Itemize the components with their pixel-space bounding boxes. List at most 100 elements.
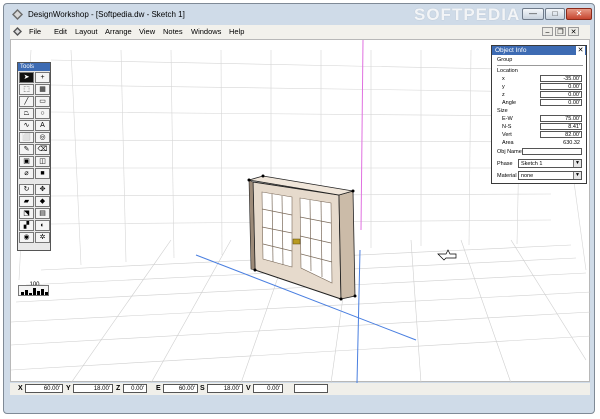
tools-palette: Tools ➤+⬚▦╱▭⏢○∿A⬜◎✎⌫▣◫⌀■↻✥▰◆⬔▤▞◐◉✲ 100 bbox=[17, 62, 51, 296]
object-info-panel: Object Info ✕ Group Location x -35.00' y… bbox=[491, 45, 587, 184]
menu-file[interactable]: File bbox=[29, 27, 41, 36]
wall-tool-button[interactable]: ▣ bbox=[19, 156, 34, 167]
extrude-tool-button[interactable]: ⬔ bbox=[19, 208, 34, 219]
selection-tool-button[interactable]: ⬚ bbox=[19, 84, 34, 95]
eye-tool-icon: ◉ bbox=[23, 234, 30, 241]
tools-palette-title[interactable]: Tools bbox=[18, 63, 50, 71]
document-icon[interactable] bbox=[13, 27, 22, 36]
add-point-tool-button[interactable]: + bbox=[35, 72, 50, 83]
status-y-label: Y bbox=[66, 385, 71, 392]
circle-tool-icon: ○ bbox=[40, 110, 45, 117]
compass-tool-button[interactable]: ✲ bbox=[35, 232, 50, 243]
rectangle-tool-button[interactable]: ▭ bbox=[35, 96, 50, 107]
circle-tool-button[interactable]: ○ bbox=[35, 108, 50, 119]
curve-tool-button[interactable]: ∿ bbox=[19, 120, 34, 131]
mdi-close-button[interactable]: ✕ bbox=[568, 27, 579, 36]
object-info-close-button[interactable]: ✕ bbox=[576, 46, 585, 55]
status-y-field[interactable]: 18.00' bbox=[73, 384, 113, 393]
minimize-button[interactable]: — bbox=[522, 8, 544, 20]
menu-edit[interactable]: Edit bbox=[54, 27, 67, 36]
pointer-tool-button[interactable]: ➤ bbox=[19, 72, 34, 83]
designworkshop-logo-icon bbox=[12, 9, 23, 20]
menu-arrange[interactable]: Arrange bbox=[105, 27, 132, 36]
status-z-field[interactable]: 0.00' bbox=[123, 384, 147, 393]
status-x-field[interactable]: 60.00' bbox=[25, 384, 63, 393]
zoom-bars-button[interactable] bbox=[18, 285, 49, 296]
menu-view[interactable]: View bbox=[139, 27, 155, 36]
pencil-tool-button[interactable]: ✎ bbox=[19, 144, 34, 155]
wall-tool-icon: ▣ bbox=[23, 158, 30, 165]
move-tool-button[interactable]: ✥ bbox=[35, 184, 50, 195]
line-tool-button[interactable]: ╱ bbox=[19, 96, 34, 107]
opening-tool-button[interactable]: ◫ bbox=[35, 156, 50, 167]
chevron-down-icon: ▼ bbox=[573, 160, 581, 167]
angle-field[interactable]: 0.00' bbox=[540, 99, 582, 106]
grid-tool-button[interactable]: ▦ bbox=[35, 84, 50, 95]
ew-size-field[interactable]: 75.00' bbox=[540, 115, 582, 122]
menu-help[interactable]: Help bbox=[229, 27, 244, 36]
z-label: z bbox=[502, 92, 505, 98]
obj-name-label: Obj Name bbox=[497, 149, 522, 155]
x-location-field[interactable]: -35.00' bbox=[540, 75, 582, 82]
door-tool-button[interactable]: ▤ bbox=[35, 208, 50, 219]
status-extra-field[interactable] bbox=[294, 384, 328, 393]
phase-select[interactable]: Sketch 1 ▼ bbox=[518, 159, 582, 168]
vert-label: Vert bbox=[502, 132, 512, 138]
grid-tool-icon: ▦ bbox=[39, 86, 46, 93]
text-tool-button[interactable]: A bbox=[35, 120, 50, 131]
status-bar: X 60.00' Y 18.00' Z 0.00' E 60.00' S 18.… bbox=[10, 383, 590, 395]
add-point-tool-icon: + bbox=[40, 74, 45, 81]
close-button[interactable]: ✕ bbox=[566, 8, 592, 20]
maximize-button[interactable]: □ bbox=[545, 8, 565, 20]
status-v-field[interactable]: 0.00' bbox=[253, 384, 283, 393]
phase-label: Phase bbox=[497, 161, 513, 167]
door-tool-icon: ▤ bbox=[39, 210, 46, 217]
text-tool-icon: A bbox=[40, 122, 45, 129]
menu-bar: File Edit Layout Arrange View Notes Wind… bbox=[10, 25, 590, 39]
polygon-tool-button[interactable]: ⏢ bbox=[19, 108, 34, 119]
selection-tool-icon: ⬚ bbox=[23, 86, 30, 93]
polygon-tool-icon: ⏢ bbox=[23, 110, 30, 117]
cylinder-tool-button[interactable]: ◎ bbox=[35, 132, 50, 143]
status-v-label: V bbox=[246, 385, 251, 392]
eye-tool-button[interactable]: ◉ bbox=[19, 232, 34, 243]
status-e-field[interactable]: 60.00' bbox=[163, 384, 198, 393]
y-location-field[interactable]: 0.00' bbox=[540, 83, 582, 90]
eraser-tool-button[interactable]: ⌫ bbox=[35, 144, 50, 155]
ns-axis-line bbox=[356, 249, 361, 383]
eyedropper-tool-button[interactable]: ⌀ bbox=[19, 168, 34, 179]
mdi-minimize-button[interactable]: – bbox=[542, 27, 553, 36]
obj-name-field[interactable] bbox=[522, 148, 582, 155]
material-select[interactable]: none ▼ bbox=[518, 171, 582, 180]
paint-tool-icon: ▰ bbox=[23, 198, 30, 205]
view-angle-tool-button[interactable]: ◐ bbox=[35, 220, 50, 231]
phase-select-value: Sketch 1 bbox=[521, 161, 543, 167]
box-tool-button[interactable]: ⬜ bbox=[19, 132, 34, 143]
menu-layout[interactable]: Layout bbox=[75, 27, 98, 36]
ns-size-field[interactable]: 8.41' bbox=[540, 123, 582, 130]
compass-tool-icon: ✲ bbox=[39, 234, 46, 241]
stairs-tool-button[interactable]: ▞ bbox=[19, 220, 34, 231]
z-location-field[interactable]: 0.00' bbox=[540, 91, 582, 98]
vert-size-field[interactable]: 82.00' bbox=[540, 131, 582, 138]
mdi-restore-button[interactable]: ❐ bbox=[555, 27, 566, 36]
rotate-tool-icon: ↻ bbox=[23, 186, 30, 193]
stairs-tool-icon: ▞ bbox=[23, 222, 30, 229]
object-info-title[interactable]: Object Info ✕ bbox=[492, 46, 586, 55]
angle-label: Angle bbox=[502, 100, 517, 106]
material-label: Material bbox=[497, 173, 517, 179]
camera-tool-button[interactable]: ■ bbox=[35, 168, 50, 179]
paint-tool-button[interactable]: ▰ bbox=[19, 196, 34, 207]
status-s-field[interactable]: 18.00' bbox=[207, 384, 243, 393]
material-select-value: none bbox=[521, 173, 534, 179]
menu-windows[interactable]: Windows bbox=[191, 27, 221, 36]
rotate-tool-button[interactable]: ↻ bbox=[19, 184, 34, 195]
eraser-tool-icon: ⌫ bbox=[37, 146, 48, 153]
size-label: Size bbox=[497, 108, 508, 114]
move-tool-icon: ✥ bbox=[39, 186, 46, 193]
vertical-axis-line bbox=[360, 40, 364, 231]
menu-notes[interactable]: Notes bbox=[163, 27, 183, 36]
ns-label: N-S bbox=[502, 124, 512, 130]
surface-tool-button[interactable]: ◆ bbox=[35, 196, 50, 207]
zoom-bars-icon bbox=[21, 288, 48, 295]
